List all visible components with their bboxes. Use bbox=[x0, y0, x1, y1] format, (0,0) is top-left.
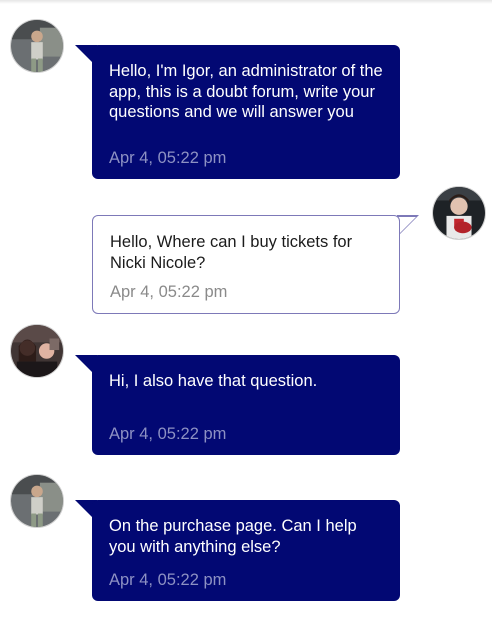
message-text: On the purchase page. Can I help you wit… bbox=[109, 517, 357, 556]
message-text: Hello, Where can I buy tickets for Nicki… bbox=[110, 233, 353, 272]
message-timestamp: Apr 4, 05:22 pm bbox=[109, 571, 227, 589]
message-text: Hello, I'm Igor, an administrator of the… bbox=[109, 62, 383, 121]
message-bubble[interactable]: On the purchase page. Can I help you wit… bbox=[92, 500, 400, 601]
message-timestamp: Apr 4, 05:22 pm bbox=[109, 425, 227, 443]
avatar-man-icon[interactable] bbox=[10, 19, 64, 73]
avatar-man-icon[interactable] bbox=[10, 474, 64, 528]
message-text: Hi, I also have that question. bbox=[109, 372, 318, 390]
message-timestamp: Apr 4, 05:22 pm bbox=[109, 149, 227, 167]
message-bubble[interactable]: Hello, I'm Igor, an administrator of the… bbox=[92, 45, 400, 179]
avatar-guitar-icon[interactable] bbox=[432, 186, 486, 240]
message-bubble[interactable]: Hi, I also have that question. Apr 4, 05… bbox=[92, 355, 400, 455]
avatar-group-icon[interactable] bbox=[10, 324, 64, 378]
message-timestamp: Apr 4, 05:22 pm bbox=[110, 283, 228, 301]
chat-thread: Hello, I'm Igor, an administrator of the… bbox=[0, 0, 492, 626]
message-bubble[interactable]: Hello, Where can I buy tickets for Nicki… bbox=[92, 215, 400, 314]
